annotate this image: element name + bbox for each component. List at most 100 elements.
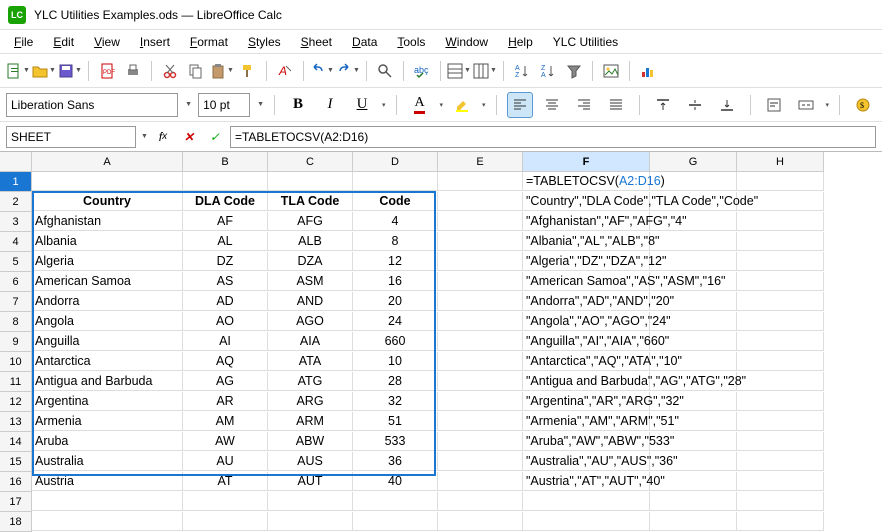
chevron-down-icon[interactable]: ▾	[440, 101, 444, 109]
cell-E14[interactable]	[438, 432, 523, 451]
column-header-A[interactable]: A	[32, 152, 183, 172]
row-header-7[interactable]: 7	[0, 292, 32, 312]
insert-chart-button[interactable]	[636, 59, 660, 83]
wrap-text-button[interactable]	[761, 92, 787, 118]
row-header-3[interactable]: 3	[0, 212, 32, 232]
cell-B1[interactable]	[183, 172, 268, 191]
cell-B10[interactable]: AQ	[183, 352, 268, 371]
font-size-select[interactable]	[198, 93, 250, 117]
accept-button[interactable]: ✓	[204, 126, 226, 148]
cell-H9[interactable]	[737, 332, 824, 351]
cell-G18[interactable]	[650, 512, 737, 531]
open-button[interactable]: ▼	[32, 59, 56, 83]
cell-D7[interactable]: 20	[353, 292, 438, 311]
insert-image-button[interactable]	[599, 59, 623, 83]
cell-H12[interactable]	[737, 392, 824, 411]
cell-G17[interactable]	[650, 492, 737, 511]
cell-A7[interactable]: Andorra	[32, 292, 183, 311]
cell-B3[interactable]: AF	[183, 212, 268, 231]
export-pdf-button[interactable]: PDF	[95, 59, 119, 83]
cell-D14[interactable]: 533	[353, 432, 438, 451]
cell-A11[interactable]: Antigua and Barbuda	[32, 372, 183, 391]
cell-C15[interactable]: AUS	[268, 452, 353, 471]
cell-E12[interactable]	[438, 392, 523, 411]
cell-E6[interactable]	[438, 272, 523, 291]
cell-D5[interactable]: 12	[353, 252, 438, 271]
cell-B14[interactable]: AW	[183, 432, 268, 451]
cell-F10[interactable]: "Antarctica","AQ","ATA","10"	[523, 352, 650, 371]
row-header-8[interactable]: 8	[0, 312, 32, 332]
cell-F18[interactable]	[523, 512, 650, 531]
row-header-10[interactable]: 10	[0, 352, 32, 372]
row-header-9[interactable]: 9	[0, 332, 32, 352]
cell-C3[interactable]: AFG	[268, 212, 353, 231]
cell-H4[interactable]	[737, 232, 824, 251]
cell-D16[interactable]: 40	[353, 472, 438, 491]
menu-file[interactable]: File	[6, 33, 41, 51]
column-button[interactable]: ▼	[473, 59, 497, 83]
cell-F11[interactable]: "Antigua and Barbuda","AG","ATG","28"	[523, 372, 650, 391]
autofilter-button[interactable]	[562, 59, 586, 83]
cell-F12[interactable]: "Argentina","AR","ARG","32"	[523, 392, 650, 411]
spellcheck-button[interactable]: abç	[410, 59, 434, 83]
cell-E5[interactable]	[438, 252, 523, 271]
align-middle-button[interactable]	[682, 92, 708, 118]
cell-C17[interactable]	[268, 492, 353, 511]
cell-A14[interactable]: Aruba	[32, 432, 183, 451]
menu-styles[interactable]: Styles	[240, 33, 289, 51]
menu-edit[interactable]: Edit	[45, 33, 82, 51]
row-header-5[interactable]: 5	[0, 252, 32, 272]
cell-A18[interactable]	[32, 512, 183, 531]
cell-B17[interactable]	[183, 492, 268, 511]
cell-G4[interactable]	[650, 232, 737, 251]
cell-A16[interactable]: Austria	[32, 472, 183, 491]
font-color-button[interactable]: A	[407, 92, 433, 118]
cell-C6[interactable]: ASM	[268, 272, 353, 291]
cell-E10[interactable]	[438, 352, 523, 371]
row-header-17[interactable]: 17	[0, 492, 32, 512]
row-header-12[interactable]: 12	[0, 392, 32, 412]
row-header-16[interactable]: 16	[0, 472, 32, 492]
cell-E8[interactable]	[438, 312, 523, 331]
cell-C11[interactable]: ATG	[268, 372, 353, 391]
cell-D13[interactable]: 51	[353, 412, 438, 431]
cell-D17[interactable]	[353, 492, 438, 511]
cell-C8[interactable]: AGO	[268, 312, 353, 331]
cell-D15[interactable]: 36	[353, 452, 438, 471]
cell-D12[interactable]: 32	[353, 392, 438, 411]
cell-C5[interactable]: DZA	[268, 252, 353, 271]
align-justify-button[interactable]	[603, 92, 629, 118]
new-doc-button[interactable]: ▼	[6, 59, 30, 83]
cell-F5[interactable]: "Algeria","DZ","DZA","12"	[523, 252, 650, 271]
cell-C7[interactable]: AND	[268, 292, 353, 311]
cell-F3[interactable]: "Afghanistan","AF","AFG","4"	[523, 212, 650, 231]
cell-C1[interactable]	[268, 172, 353, 191]
cell-F17[interactable]	[523, 492, 650, 511]
cell-C10[interactable]: ATA	[268, 352, 353, 371]
cell-F6[interactable]: "American Samoa","AS","ASM","16"	[523, 272, 650, 291]
cell-F7[interactable]: "Andorra","AD","AND","20"	[523, 292, 650, 311]
chevron-down-icon[interactable]: ▼	[185, 101, 192, 108]
column-header-F[interactable]: F	[523, 152, 650, 172]
row-button[interactable]: ▼	[447, 59, 471, 83]
cell-F4[interactable]: "Albania","AL","ALB","8"	[523, 232, 650, 251]
cell-E2[interactable]	[438, 192, 523, 211]
cell-F8[interactable]: "Angola","AO","AGO","24"	[523, 312, 650, 331]
cell-F16[interactable]: "Austria","AT","AUT","40"	[523, 472, 650, 491]
cell-E15[interactable]	[438, 452, 523, 471]
bold-button[interactable]: B	[285, 92, 311, 118]
cell-B16[interactable]: AT	[183, 472, 268, 491]
align-center-button[interactable]	[539, 92, 565, 118]
align-left-button[interactable]	[507, 92, 533, 118]
cell-H5[interactable]	[737, 252, 824, 271]
cell-B2[interactable]: DLA Code	[183, 192, 268, 211]
cell-H16[interactable]	[737, 472, 824, 491]
cell-D10[interactable]: 10	[353, 352, 438, 371]
menu-data[interactable]: Data	[344, 33, 385, 51]
cell-A9[interactable]: Anguilla	[32, 332, 183, 351]
cell-H18[interactable]	[737, 512, 824, 531]
row-header-15[interactable]: 15	[0, 452, 32, 472]
row-header-14[interactable]: 14	[0, 432, 32, 452]
row-header-2[interactable]: 2	[0, 192, 32, 212]
cell-C13[interactable]: ARM	[268, 412, 353, 431]
